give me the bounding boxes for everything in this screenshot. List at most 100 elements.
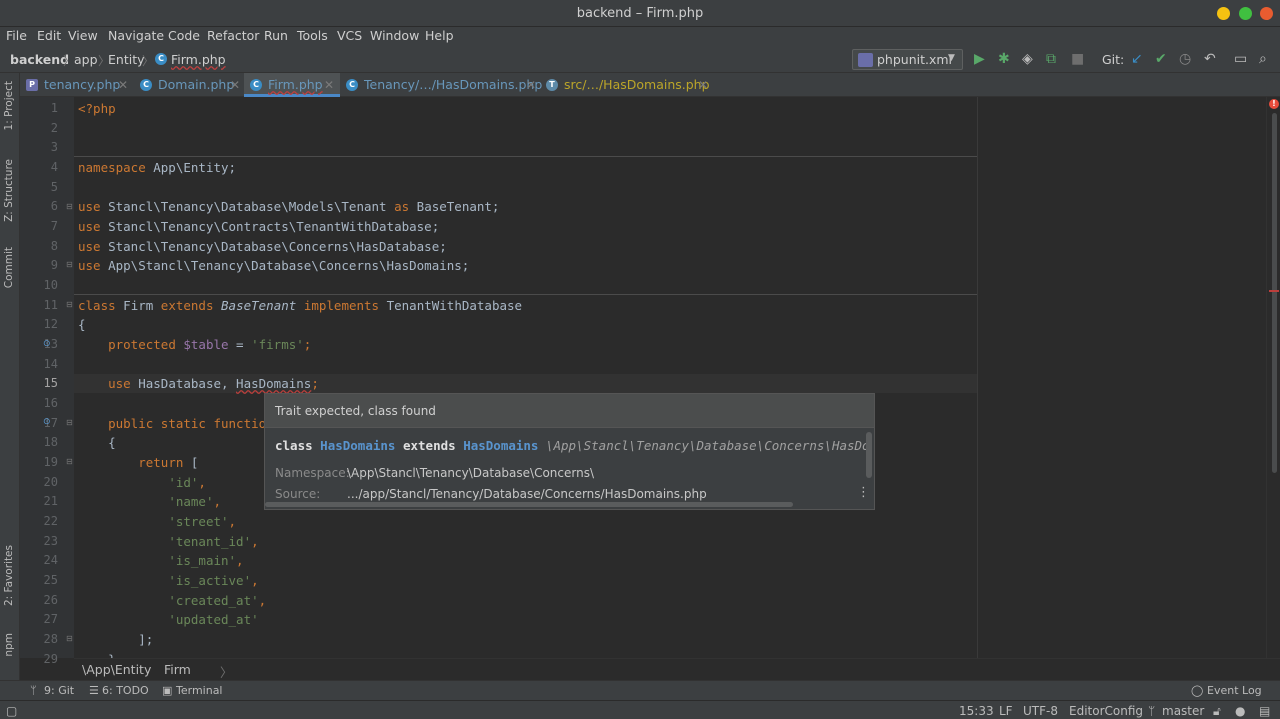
menu-code[interactable]: Code bbox=[168, 28, 200, 43]
tab-domain[interactable]: C Domain.php ✕ bbox=[134, 73, 244, 97]
git-branch[interactable]: master bbox=[1162, 704, 1204, 718]
editorconfig-status[interactable]: EditorConfig bbox=[1069, 704, 1143, 718]
run-icon[interactable]: ▶ bbox=[974, 52, 985, 66]
git-update-icon[interactable]: ↙ bbox=[1131, 52, 1143, 66]
breadcrumb-app[interactable]: app bbox=[74, 52, 98, 67]
profile-icon[interactable]: ⧉ bbox=[1046, 52, 1056, 66]
php-class-icon: C bbox=[250, 79, 262, 91]
breadcrumb-file[interactable]: Firm.php bbox=[171, 52, 226, 67]
menu-vcs[interactable]: VCS bbox=[337, 28, 362, 43]
git-commit-icon[interactable]: ✔ bbox=[1155, 52, 1167, 66]
line-number: 20 bbox=[43, 475, 58, 489]
line-number: 14 bbox=[43, 357, 58, 371]
fold-icon[interactable]: ⊟ bbox=[66, 457, 73, 466]
fold-icon[interactable]: ⊟ bbox=[66, 202, 73, 211]
tab-src-hasdomains[interactable]: T src/…/HasDomains.php ✕ bbox=[540, 73, 720, 97]
line-number: 21 bbox=[43, 494, 58, 508]
menu-window[interactable]: Window bbox=[370, 28, 419, 43]
code-line-22: 'street', bbox=[168, 514, 237, 529]
menu-tools[interactable]: Tools bbox=[297, 28, 328, 43]
menu-navigate[interactable]: Navigate bbox=[108, 28, 164, 43]
fold-icon[interactable]: ⊟ bbox=[66, 418, 73, 427]
tool-tab-npm[interactable]: npm bbox=[3, 633, 15, 657]
minimize-button[interactable] bbox=[1217, 7, 1230, 20]
stop-icon[interactable]: ■ bbox=[1071, 52, 1084, 66]
popup-hscrollbar[interactable] bbox=[265, 502, 793, 507]
toggle-tool-windows-icon[interactable]: ▢ bbox=[6, 704, 17, 718]
tab-firm[interactable]: C Firm.php ✕ bbox=[244, 73, 340, 97]
notifications-icon[interactable]: ▤ bbox=[1259, 704, 1270, 718]
tool-tab-project[interactable]: 1: Project bbox=[3, 81, 15, 130]
close-button[interactable] bbox=[1260, 7, 1273, 20]
code-line-18: { bbox=[108, 435, 116, 450]
popup-scrollbar[interactable] bbox=[866, 432, 872, 478]
menu-view[interactable]: View bbox=[68, 28, 98, 43]
tool-tab-todo[interactable]: 6: TODO bbox=[102, 684, 149, 697]
rollback-icon[interactable]: ↶ bbox=[1204, 52, 1216, 66]
more-options-icon[interactable]: ⋮ bbox=[857, 485, 870, 500]
coverage-icon[interactable]: ◈ bbox=[1022, 52, 1033, 66]
source-value[interactable]: .../app/Stancl/Tenancy/Database/Concerns… bbox=[347, 487, 707, 501]
close-icon[interactable]: ✕ bbox=[230, 73, 240, 97]
debug-icon[interactable]: ✱ bbox=[998, 52, 1010, 66]
breadcrumb-namespace[interactable]: \App\Entity bbox=[82, 662, 151, 677]
close-icon[interactable]: ✕ bbox=[526, 73, 536, 97]
tab-tenancy-hasdomains[interactable]: C Tenancy/…/HasDomains.php ✕ bbox=[340, 73, 542, 97]
line-number: 9 bbox=[50, 258, 58, 272]
inspector-icon[interactable]: ● bbox=[1235, 704, 1245, 718]
popup-declaration[interactable]: class HasDomains extends HasDomains \App… bbox=[275, 438, 867, 453]
error-indicator-icon[interactable]: ! bbox=[1269, 99, 1279, 109]
code-line-11: class Firm extends BaseTenant implements… bbox=[78, 298, 523, 313]
tool-tab-event-log[interactable]: Event Log bbox=[1207, 684, 1262, 697]
menu-help[interactable]: Help bbox=[425, 28, 454, 43]
close-icon[interactable]: ✕ bbox=[324, 73, 334, 97]
right-margin-guide bbox=[977, 97, 978, 658]
code-editor[interactable]: <?php namespace App\Entity; use Stancl\T… bbox=[74, 97, 1266, 658]
scrollbar-thumb[interactable] bbox=[1272, 113, 1277, 473]
menu-refactor[interactable]: Refactor bbox=[207, 28, 259, 43]
presentation-icon[interactable]: ▭ bbox=[1234, 52, 1247, 66]
php-file-icon bbox=[858, 53, 873, 67]
history-icon[interactable]: ◷ bbox=[1179, 52, 1191, 66]
tab-tenancy[interactable]: P tenancy.php ✕ bbox=[20, 73, 134, 97]
breadcrumb-entity[interactable]: Entity bbox=[108, 52, 145, 67]
breadcrumb-project[interactable]: backend bbox=[10, 52, 69, 67]
fold-icon[interactable]: ⊟ bbox=[66, 300, 73, 309]
override-marker-icon[interactable]: ⊙ bbox=[43, 417, 51, 427]
fold-icon[interactable]: ⊟ bbox=[66, 260, 73, 269]
line-number: 23 bbox=[43, 534, 58, 548]
chevron-down-icon: ▼ bbox=[948, 53, 955, 63]
caret-position[interactable]: 15:33 bbox=[959, 704, 994, 718]
code-line-28: ]; bbox=[138, 632, 154, 647]
terminal-icon: ▣ bbox=[162, 684, 173, 697]
tool-tab-commit[interactable]: Commit bbox=[3, 247, 15, 288]
search-icon[interactable]: ⌕ bbox=[1259, 52, 1267, 66]
code-line-27: 'updated_at' bbox=[168, 612, 259, 627]
lock-icon[interactable]: 🔓︎ bbox=[1213, 704, 1221, 719]
menu-run[interactable]: Run bbox=[264, 28, 288, 43]
line-number: 19 bbox=[43, 455, 58, 469]
fold-icon[interactable]: ⊟ bbox=[66, 634, 73, 643]
todo-icon: ☰ bbox=[89, 684, 99, 697]
tool-tab-git[interactable]: 9: Git bbox=[44, 684, 74, 697]
tool-tab-favorites[interactable]: 2: Favorites bbox=[3, 545, 15, 606]
breadcrumb-class[interactable]: Firm bbox=[164, 662, 191, 677]
error-stripe[interactable]: ! bbox=[1266, 97, 1280, 658]
chevron-right-icon: 〉 bbox=[142, 54, 155, 68]
menu-file[interactable]: File bbox=[6, 28, 27, 43]
tool-tab-terminal[interactable]: Terminal bbox=[176, 684, 223, 697]
close-icon[interactable]: ✕ bbox=[118, 73, 128, 97]
file-encoding[interactable]: UTF-8 bbox=[1023, 704, 1058, 718]
override-marker-icon[interactable]: ⊙ bbox=[43, 339, 51, 349]
tool-tab-structure[interactable]: Z: Structure bbox=[3, 159, 15, 222]
maximize-button[interactable] bbox=[1239, 7, 1252, 20]
menu-edit[interactable]: Edit bbox=[37, 28, 61, 43]
code-line-8: use Stancl\Tenancy\Database\Concerns\Has… bbox=[78, 239, 447, 254]
line-number: 10 bbox=[43, 278, 58, 292]
error-marker[interactable] bbox=[1269, 290, 1279, 292]
code-line-24: 'is_main', bbox=[168, 553, 244, 568]
close-icon[interactable]: ✕ bbox=[698, 73, 708, 97]
line-number: 29 bbox=[43, 652, 58, 666]
line-separator[interactable]: LF bbox=[999, 704, 1013, 718]
run-configuration-select[interactable]: phpunit.xml ▼ bbox=[852, 49, 963, 70]
